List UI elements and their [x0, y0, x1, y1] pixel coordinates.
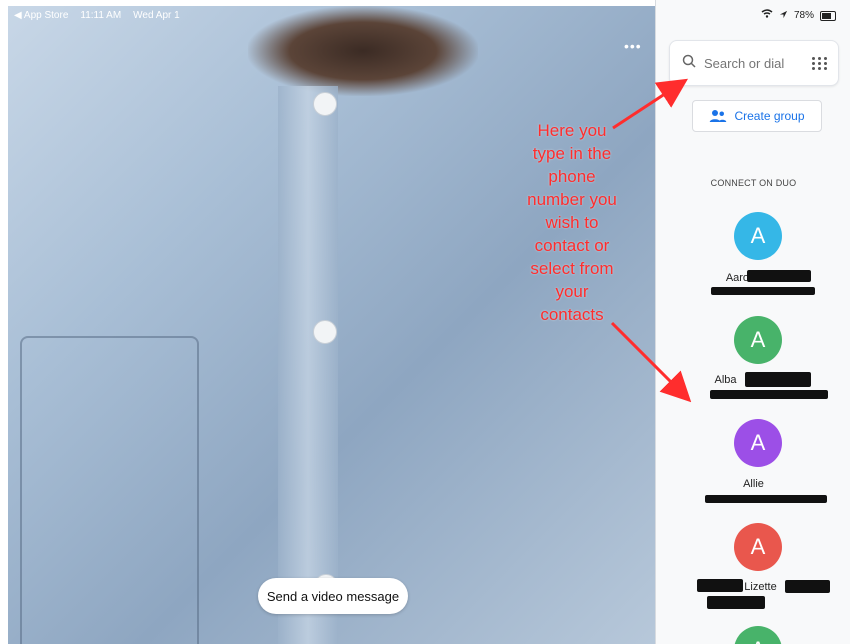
back-to-app-store-link[interactable]: ◀ App Store: [14, 10, 68, 21]
location-icon: [779, 10, 788, 22]
avatar: A: [734, 626, 782, 644]
group-icon: [710, 110, 727, 122]
redaction-mark: [705, 495, 827, 503]
shirt-button: [313, 92, 337, 116]
shirt-pocket: [20, 336, 199, 644]
annotation-line: phone: [548, 167, 596, 186]
annotation-line: contacts: [540, 305, 604, 324]
battery-percentage: 78%: [793, 10, 814, 21]
avatar: A: [734, 419, 782, 467]
redaction-mark: [747, 270, 811, 282]
search-input[interactable]: [704, 55, 812, 71]
battery-icon: [820, 10, 836, 21]
redaction-mark: [785, 580, 830, 593]
redaction-mark: [710, 390, 828, 399]
battery-fill: [822, 12, 831, 19]
annotation-line: select from: [530, 259, 614, 278]
create-group-label: Create group: [734, 109, 805, 123]
redaction-mark: [745, 372, 811, 387]
status-time: 11:11 AM: [80, 10, 122, 21]
status-date: Wed Apr 1: [133, 10, 180, 21]
redaction-mark: [711, 287, 815, 295]
shirt-placket: [278, 86, 338, 644]
annotation-line: number you: [527, 190, 617, 209]
avatar: A: [734, 212, 782, 260]
create-group-button[interactable]: Create group: [692, 100, 822, 132]
more-horizontal-icon[interactable]: •••: [624, 38, 644, 54]
annotation-line: contact or: [534, 236, 610, 255]
search-icon: [682, 54, 696, 73]
contacts-sidebar: Create group CONNECT ON DUO A Aaron A Al…: [655, 0, 850, 644]
section-title: CONNECT ON DUO: [710, 178, 797, 188]
wifi-icon: [761, 9, 773, 22]
dialpad-icon[interactable]: [812, 56, 827, 70]
avatar: A: [734, 316, 782, 364]
status-bar: ◀ App Store 11:11 AM Wed Apr 1 78%: [0, 0, 850, 26]
send-video-message-button[interactable]: Send a video message: [258, 578, 408, 614]
shirt-button: [313, 320, 337, 344]
annotation-line: wish to: [545, 213, 599, 232]
annotation-line: your: [555, 282, 589, 301]
annotation-line: type in the: [532, 144, 612, 163]
search-box[interactable]: [669, 40, 839, 86]
contact-name: Allie: [743, 478, 764, 490]
annotation-line: Here you: [537, 121, 607, 140]
annotation-text: Here you type in the phone number you wi…: [517, 119, 627, 326]
redaction-mark: [707, 596, 765, 609]
avatar: A: [734, 523, 782, 571]
